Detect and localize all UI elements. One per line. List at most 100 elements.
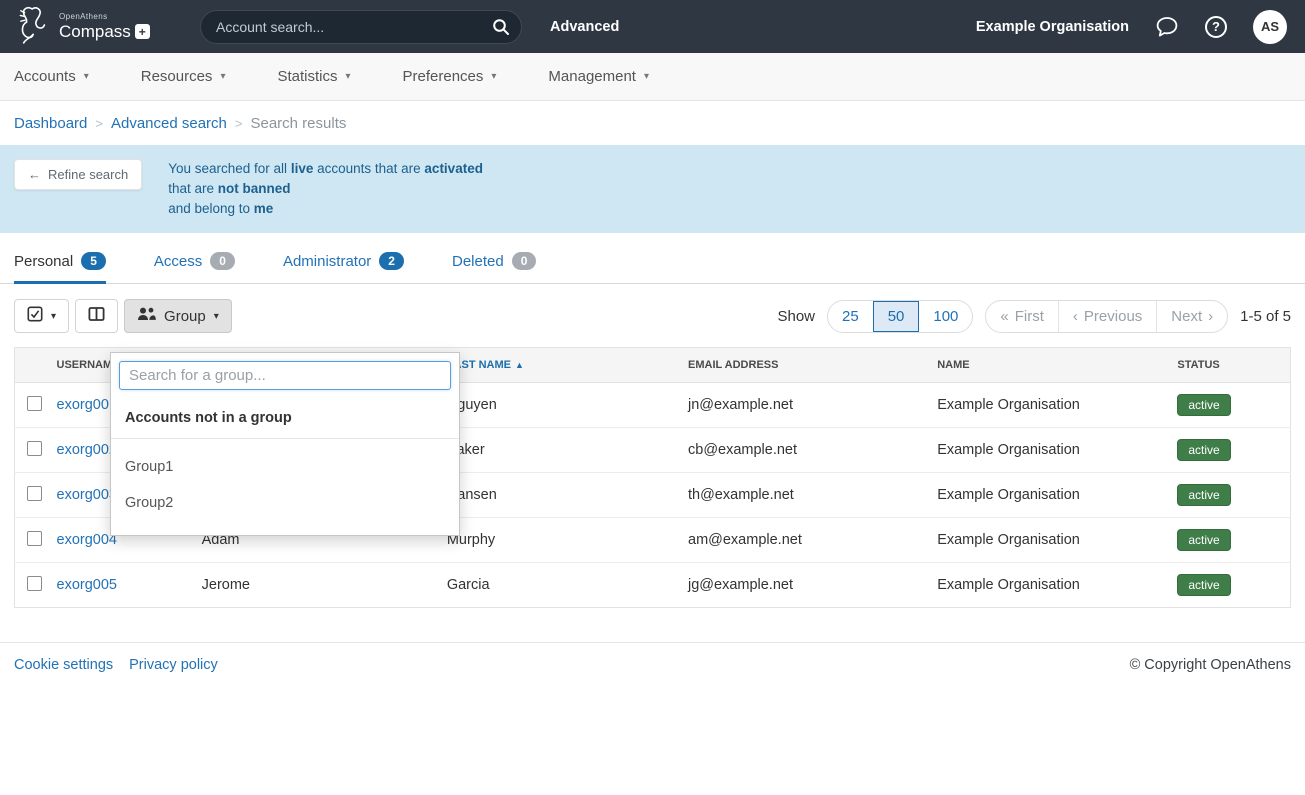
- last-name-cell: Garcia: [435, 563, 676, 608]
- checkbox-checked-icon: [27, 306, 43, 326]
- group-option-no-group[interactable]: Accounts not in a group: [111, 398, 459, 439]
- row-checkbox[interactable]: [27, 531, 42, 546]
- org-name-cell: Example Organisation: [925, 473, 1165, 518]
- select-all-button[interactable]: ▾: [14, 299, 69, 333]
- caret-down-icon: ▾: [220, 71, 225, 82]
- breadcrumb-dashboard[interactable]: Dashboard: [14, 115, 87, 132]
- openathens-compass-logo[interactable]: OpenAthens Compass +: [18, 4, 186, 49]
- org-name-cell: Example Organisation: [925, 428, 1165, 473]
- caret-down-icon: ▾: [345, 71, 350, 82]
- status-badge: active: [1177, 439, 1230, 461]
- cookie-settings-link[interactable]: Cookie settings: [14, 657, 113, 673]
- brand-compass: Compass: [59, 23, 131, 40]
- email-cell: th@example.net: [676, 473, 925, 518]
- arrow-left-icon: ←: [28, 167, 41, 182]
- chat-icon[interactable]: [1155, 16, 1179, 38]
- row-checkbox[interactable]: [27, 486, 42, 501]
- column-header-email[interactable]: EMAIL ADDRESS: [676, 348, 925, 383]
- avatar[interactable]: AS: [1253, 10, 1287, 44]
- email-cell: jg@example.net: [676, 563, 925, 608]
- column-header-last-name[interactable]: LAST NAME▲: [435, 348, 676, 383]
- username-link[interactable]: exorg004: [57, 532, 117, 548]
- last-name-cell: Hansen: [435, 473, 676, 518]
- status-badge: active: [1177, 394, 1230, 416]
- org-name-cell: Example Organisation: [925, 563, 1165, 608]
- username-link[interactable]: exorg001: [57, 397, 117, 413]
- row-checkbox[interactable]: [27, 576, 42, 591]
- chevron-left-icon: ‹: [1073, 308, 1078, 325]
- group-search-input[interactable]: [119, 361, 451, 390]
- group-option-group2[interactable]: Group2: [111, 485, 459, 521]
- group-button[interactable]: Group ▾: [124, 299, 232, 333]
- account-search-input[interactable]: [216, 19, 487, 35]
- group-option-group1[interactable]: Group1: [111, 449, 459, 485]
- tab-count-badge: 2: [379, 252, 404, 270]
- help-icon[interactable]: ?: [1205, 16, 1227, 38]
- breadcrumb-separator-icon: >: [95, 116, 103, 131]
- nav-preferences[interactable]: Preferences ▾: [403, 68, 497, 85]
- sort-ascending-icon: ▲: [515, 360, 524, 370]
- status-badge: active: [1177, 484, 1230, 506]
- email-cell: jn@example.net: [676, 383, 925, 428]
- breadcrumb-search-results: Search results: [250, 115, 346, 132]
- username-link[interactable]: exorg003: [57, 487, 117, 503]
- caret-down-icon: ▾: [214, 311, 219, 322]
- search-icon[interactable]: [487, 13, 515, 41]
- show-label: Show: [777, 308, 815, 325]
- tab-administrator[interactable]: Administrator 2: [283, 252, 404, 284]
- tab-access[interactable]: Access 0: [154, 252, 235, 284]
- org-name-cell: Example Organisation: [925, 383, 1165, 428]
- last-name-cell: Baker: [435, 428, 676, 473]
- username-link[interactable]: exorg005: [57, 577, 117, 593]
- email-cell: am@example.net: [676, 518, 925, 563]
- account-search[interactable]: [200, 10, 522, 44]
- chevron-right-icon: ›: [1208, 308, 1213, 325]
- first-name-cell: Jerome: [190, 563, 435, 608]
- status-badge: active: [1177, 529, 1230, 551]
- refine-search-button[interactable]: ← Refine search: [14, 159, 142, 190]
- results-range-label: 1-5 of 5: [1240, 308, 1291, 325]
- status-badge: active: [1177, 574, 1230, 596]
- main-nav: Accounts ▾ Resources ▾ Statistics ▾ Pref…: [0, 53, 1305, 101]
- page-size-100[interactable]: 100: [919, 301, 972, 332]
- page-size-50[interactable]: 50: [873, 301, 920, 332]
- breadcrumb-advanced-search[interactable]: Advanced search: [111, 115, 227, 132]
- row-checkbox[interactable]: [27, 396, 42, 411]
- tab-count-badge: 5: [81, 252, 106, 270]
- advanced-search-link[interactable]: Advanced: [550, 19, 619, 35]
- tab-personal[interactable]: Personal 5: [14, 252, 106, 284]
- next-page-button[interactable]: Next ›: [1156, 301, 1227, 332]
- plus-badge-icon: +: [135, 24, 150, 39]
- caret-down-icon: ▾: [491, 71, 496, 82]
- columns-button[interactable]: [75, 299, 118, 333]
- nav-statistics[interactable]: Statistics ▾: [277, 68, 350, 85]
- organisation-name: Example Organisation: [976, 19, 1129, 35]
- account-type-tabs: Personal 5 Access 0 Administrator 2 Dele…: [0, 233, 1305, 284]
- columns-icon: [88, 306, 105, 326]
- nav-management[interactable]: Management ▾: [548, 68, 649, 85]
- first-page-button[interactable]: « First: [986, 301, 1058, 332]
- app-header: OpenAthens Compass + Advanced Example Or…: [0, 0, 1305, 53]
- table-row: exorg005 Jerome Garcia jg@example.net Ex…: [15, 563, 1291, 608]
- username-link[interactable]: exorg002: [57, 442, 117, 458]
- last-name-cell: Murphy: [435, 518, 676, 563]
- nav-resources[interactable]: Resources ▾: [141, 68, 226, 85]
- previous-page-button[interactable]: ‹ Previous: [1058, 301, 1156, 332]
- privacy-policy-link[interactable]: Privacy policy: [129, 657, 218, 673]
- last-name-cell: Nguyen: [435, 383, 676, 428]
- group-dropdown-panel: Accounts not in a group Group1 Group2: [110, 352, 460, 536]
- column-header-name[interactable]: NAME: [925, 348, 1165, 383]
- row-checkbox[interactable]: [27, 441, 42, 456]
- results-toolbar: ▾ Group ▾ Show 25 50 100: [14, 299, 1291, 333]
- openathens-owl-icon: [18, 4, 52, 49]
- breadcrumb-separator-icon: >: [235, 116, 243, 131]
- tab-count-badge: 0: [512, 252, 537, 270]
- search-summary-panel: ← Refine search You searched for all liv…: [0, 145, 1305, 233]
- tab-deleted[interactable]: Deleted 0: [452, 252, 536, 284]
- double-chevron-left-icon: «: [1000, 308, 1008, 325]
- page-size-group: 25 50 100: [827, 300, 973, 333]
- page-size-25[interactable]: 25: [828, 301, 873, 332]
- nav-accounts[interactable]: Accounts ▾: [14, 68, 89, 85]
- column-header-status[interactable]: STATUS: [1165, 348, 1290, 383]
- search-summary-text: You searched for all live accounts that …: [168, 159, 483, 219]
